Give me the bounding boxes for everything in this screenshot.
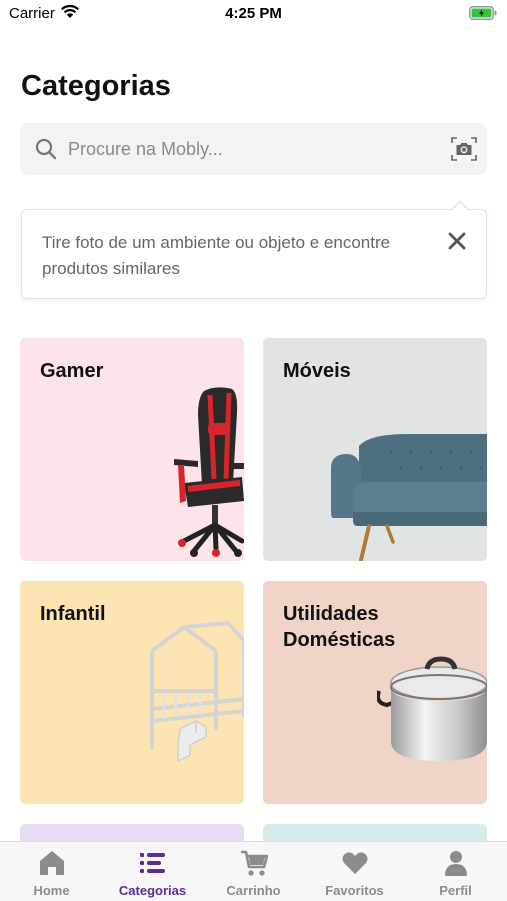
home-icon bbox=[40, 851, 64, 875]
category-card-infantil[interactable]: Infantil bbox=[20, 581, 244, 804]
camera-tooltip: Tire foto de um ambiente ou objeto e enc… bbox=[21, 209, 487, 299]
sofa-image bbox=[331, 434, 487, 561]
tooltip-text: Tire foto de um ambiente ou objeto e enc… bbox=[42, 233, 391, 278]
close-icon[interactable] bbox=[446, 230, 468, 252]
status-time: 4:25 PM bbox=[225, 5, 282, 22]
page-title: Categorias bbox=[21, 70, 171, 102]
category-label: Utilidades Domésticas bbox=[283, 603, 396, 651]
category-card-gamer[interactable]: Gamer bbox=[20, 338, 244, 561]
category-label: Infantil bbox=[40, 603, 106, 625]
gamer-chair-image bbox=[174, 387, 244, 557]
kids-bed-image bbox=[150, 621, 244, 763]
category-card-utilidades-domesticas[interactable]: Utilidades Domésticas bbox=[263, 581, 487, 804]
tab-perfil[interactable]: Perfil bbox=[405, 842, 506, 901]
search-input[interactable] bbox=[68, 123, 438, 175]
tooltip-arrow-fill bbox=[452, 202, 468, 211]
search-bar[interactable] bbox=[20, 123, 487, 175]
user-icon bbox=[445, 851, 467, 876]
tab-categorias[interactable]: Categorias bbox=[102, 842, 203, 901]
cart-icon bbox=[241, 850, 268, 876]
cooking-pot-image bbox=[377, 656, 487, 761]
tab-home[interactable]: Home bbox=[1, 842, 102, 901]
category-label: Gamer bbox=[40, 360, 104, 382]
category-label: Móveis bbox=[283, 360, 351, 382]
tab-favoritos[interactable]: Favoritos bbox=[304, 842, 405, 901]
tab-label: Categorias bbox=[118, 883, 187, 898]
heart-icon bbox=[342, 852, 368, 874]
status-bar: Carrier 4:25 PM bbox=[0, 0, 507, 30]
search-icon bbox=[35, 138, 57, 160]
tab-label: Perfil bbox=[439, 883, 472, 898]
camera-search-icon[interactable] bbox=[451, 137, 477, 161]
categories-icon bbox=[140, 853, 165, 873]
tab-bar: Home Categorias Carrinho Favoritos Perfi… bbox=[0, 841, 507, 901]
category-card-moveis[interactable]: Móveis bbox=[263, 338, 487, 561]
tab-label: Home bbox=[33, 883, 70, 898]
battery-icon bbox=[469, 6, 497, 20]
tab-label: Favoritos bbox=[325, 883, 384, 898]
tab-carrinho[interactable]: Carrinho bbox=[203, 842, 304, 901]
tab-label: Carrinho bbox=[226, 883, 281, 898]
